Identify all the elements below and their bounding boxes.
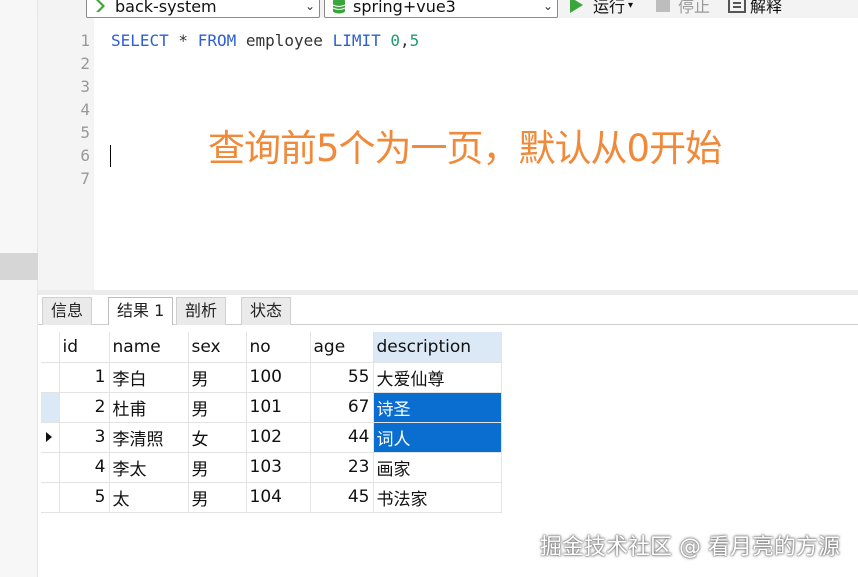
column-header-id[interactable]: id [59,332,110,363]
cell-name[interactable]: 李太 [109,452,189,483]
cell-description[interactable]: 大爱仙尊 [373,362,502,393]
cell-description[interactable]: 书法家 [373,482,502,513]
run-label: 运行 [593,0,626,16]
database-icon [331,0,347,14]
cell-age[interactable]: 44 [310,422,374,453]
connection-label: back-system [115,0,217,16]
chevron-down-icon: ⌄ [304,0,316,13]
cell-id[interactable]: 1 [59,362,110,393]
column-header-no[interactable]: no [246,332,311,363]
sql-limit-count: 5 [409,31,420,50]
sql-editor[interactable]: 1 2 3 4 5 6 7 SELECT * FROM employee LIM… [38,18,858,290]
run-dropdown-icon[interactable]: ▾ [628,0,633,11]
table-row[interactable]: 4 李太 男 103 23 画家 [41,452,502,483]
explain-icon [728,0,746,13]
cell-description[interactable]: 词人 [373,422,502,453]
cell-name[interactable]: 太 [109,482,189,513]
line-number: 6 [80,146,90,165]
cell-id[interactable]: 4 [59,452,110,483]
play-icon [570,0,583,13]
chevron-down-icon: ⌄ [542,0,554,13]
database-select[interactable]: spring+vue3 ⌄ [324,0,558,18]
sql-code-line[interactable]: SELECT * FROM employee LIMIT 0,5 [111,29,419,52]
cell-sex[interactable]: 男 [188,392,247,423]
tab-profile[interactable]: 剖析 [176,297,227,325]
table-row[interactable]: 3 李清照 女 102 44 词人 [41,422,502,453]
cell-sex[interactable]: 女 [188,422,247,453]
stop-button[interactable]: 停止 [656,0,710,16]
tab-result-1[interactable]: 结果 1 [108,297,174,326]
current-row-arrow-icon [46,432,52,442]
cell-age[interactable]: 67 [310,392,374,423]
line-number: 5 [80,123,90,142]
watermark: 掘金技术社区 @ 看月亮的方源 [540,535,840,560]
sql-keyword-from: FROM [197,31,237,50]
left-panel [0,0,38,577]
column-header-name[interactable]: name [109,332,189,363]
cell-sex[interactable]: 男 [188,482,247,513]
database-label: spring+vue3 [353,0,456,16]
result-tabs: 信息 结果 1 剖析 状态 [38,295,858,326]
row-marker[interactable] [41,422,60,453]
explain-label: 解释 [750,0,783,16]
cell-age[interactable]: 23 [310,452,374,483]
sql-table-name: employee [236,31,333,50]
connection-select[interactable]: back-system ⌄ [86,0,320,18]
cell-age[interactable]: 45 [310,482,374,513]
line-number-gutter: 1 2 3 4 5 6 7 [38,18,94,290]
cell-name[interactable]: 李清照 [109,422,189,453]
table-row[interactable]: 1 李白 男 100 55 大爱仙尊 [41,362,502,393]
cell-id[interactable]: 2 [59,392,110,423]
table-header-row: id name sex no age description [41,332,502,363]
left-panel-selected-item[interactable] [0,253,38,280]
cell-description[interactable]: 画家 [373,452,502,483]
cell-name[interactable]: 杜甫 [109,392,189,423]
row-marker[interactable] [41,482,60,513]
cell-no[interactable]: 103 [246,452,311,483]
line-number: 4 [80,100,90,119]
line-number: 1 [80,31,90,50]
column-header-description[interactable]: description [373,332,502,363]
run-button[interactable]: 运行 ▾ [570,0,633,16]
table-row[interactable]: 5 太 男 104 45 书法家 [41,482,502,513]
connection-icon [93,0,109,14]
sql-keyword-limit: LIMIT [332,31,381,50]
cell-no[interactable]: 104 [246,482,311,513]
sql-comma: , [400,31,410,50]
row-marker[interactable] [41,362,60,393]
sql-limit-offset: 0 [380,31,400,50]
sql-star: * [168,31,198,50]
cell-age[interactable]: 55 [310,362,374,393]
cell-sex[interactable]: 男 [188,452,247,483]
column-header-age[interactable]: age [310,332,374,363]
sql-keyword-select: SELECT [111,31,169,50]
cell-id[interactable]: 5 [59,482,110,513]
annotation-text: 查询前5个为一页，默认从0开始 [208,127,722,170]
tab-status[interactable]: 状态 [241,297,292,325]
line-number: 3 [80,77,90,96]
row-header-corner [41,332,60,363]
line-number: 7 [80,169,90,188]
cell-no[interactable]: 101 [246,392,311,423]
cell-description[interactable]: 诗圣 [373,392,502,423]
cell-sex[interactable]: 男 [188,362,247,393]
cell-name[interactable]: 李白 [109,362,189,393]
stop-label: 停止 [678,0,711,16]
column-header-sex[interactable]: sex [188,332,247,363]
stop-icon [656,0,670,12]
cell-no[interactable]: 102 [246,422,311,453]
result-table: id name sex no age description 1 李白 男 10… [41,332,502,513]
cell-id[interactable]: 3 [59,422,110,453]
text-caret [110,145,111,167]
row-marker[interactable] [41,452,60,483]
tab-info[interactable]: 信息 [42,297,93,325]
line-number: 2 [80,54,90,73]
explain-button[interactable]: 解释 [728,0,782,16]
toolbar: back-system ⌄ spring+vue3 ⌄ 运行 ▾ 停止 解释 [38,0,858,18]
table-row[interactable]: 2 杜甫 男 101 67 诗圣 [41,392,502,423]
cell-no[interactable]: 100 [246,362,311,393]
row-marker[interactable] [41,392,60,423]
